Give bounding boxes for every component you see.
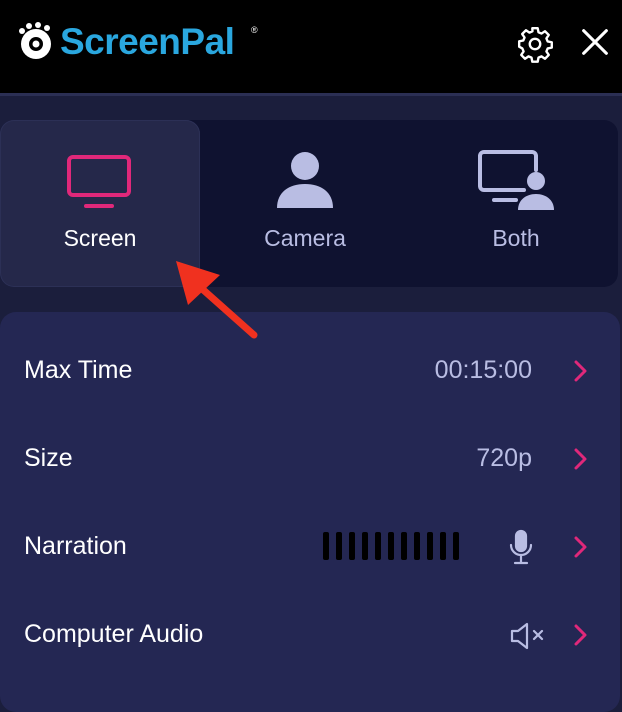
- meter-bar: [401, 532, 407, 560]
- size-value: 720p: [476, 444, 532, 472]
- mode-camera-label: Camera: [264, 225, 346, 251]
- mode-both-label: Both: [492, 225, 540, 251]
- meter-bar: [440, 532, 446, 560]
- chevron-right-icon[interactable]: [570, 534, 590, 560]
- close-icon[interactable]: [578, 25, 612, 59]
- title-bar: ScreenPal ®: [0, 0, 622, 93]
- meter-bar: [375, 532, 381, 560]
- meter-bar: [453, 532, 459, 560]
- chevron-right-icon[interactable]: [570, 446, 590, 472]
- meter-bar: [388, 532, 394, 560]
- mode-both-button[interactable]: Both: [416, 120, 616, 287]
- person-icon: [277, 152, 333, 208]
- narration-row[interactable]: Narration: [0, 517, 620, 577]
- mode-screen-label: Screen: [63, 225, 137, 251]
- recording-settings-panel: Max Time 00:15:00 Size 720p Narration Co…: [0, 312, 620, 712]
- recording-mode-selector: Screen Camera Both: [0, 120, 618, 287]
- size-row[interactable]: Size 720p: [0, 429, 620, 489]
- meter-bar: [427, 532, 433, 560]
- screenpal-logo-icon: [19, 22, 51, 59]
- meter-bar: [323, 532, 329, 560]
- meter-bar: [414, 532, 420, 560]
- computer-audio-label: Computer Audio: [24, 620, 204, 648]
- trademark-mark: ®: [251, 25, 258, 35]
- max-time-value: 00:15:00: [434, 356, 532, 384]
- size-label: Size: [24, 444, 73, 472]
- chevron-right-icon[interactable]: [570, 622, 590, 648]
- gear-icon[interactable]: [516, 25, 554, 63]
- narration-label: Narration: [24, 532, 127, 560]
- speaker-muted-icon[interactable]: [509, 621, 557, 651]
- annotation-arrow: [176, 261, 258, 339]
- meter-bar: [336, 532, 342, 560]
- header-divider: [0, 93, 622, 96]
- app-logo-text: ScreenPal: [60, 21, 235, 62]
- max-time-row[interactable]: Max Time 00:15:00: [0, 341, 620, 401]
- meter-bar: [349, 532, 355, 560]
- microphone-icon[interactable]: [508, 529, 534, 567]
- monitor-icon: [67, 155, 131, 208]
- narration-level-meter: [323, 532, 466, 561]
- computer-audio-row[interactable]: Computer Audio: [0, 605, 620, 665]
- monitor-person-icon: [478, 150, 554, 210]
- chevron-right-icon[interactable]: [570, 358, 590, 384]
- meter-bar: [362, 532, 368, 560]
- max-time-label: Max Time: [24, 356, 133, 384]
